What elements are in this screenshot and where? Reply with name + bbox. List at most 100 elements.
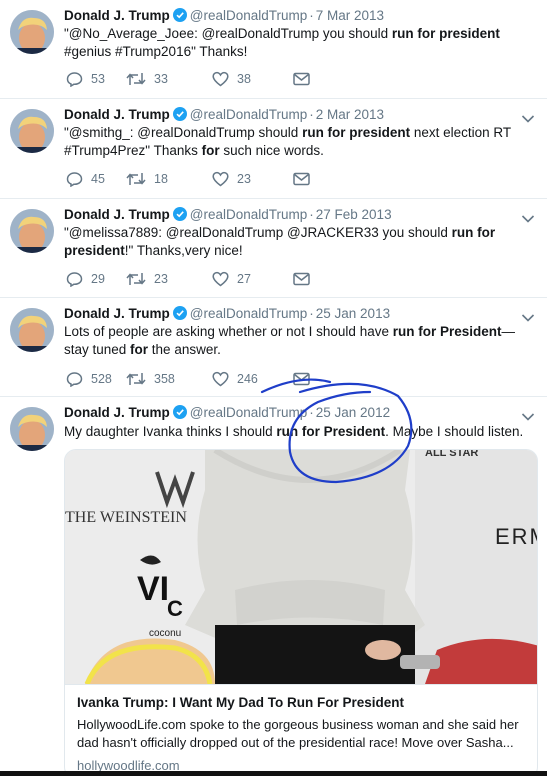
tweet-header: Donald J. Trump @realDonaldTrump · 7 Mar 20… [64,7,384,24]
like-button[interactable]: 38 [212,71,293,87]
link-card[interactable]: THE WEINSTEIN ERM ALL STAR VI C coconu I… [64,449,538,776]
author-name[interactable]: Donald J. Trump [64,107,170,122]
tweet-text: "@smithg_: @realDonaldTrump should run f… [64,124,534,160]
message-button[interactable] [293,172,310,186]
window-bottom-edge [0,771,547,776]
text-segment: !" Thanks,very nice! [124,243,243,258]
avatar[interactable] [10,10,54,54]
tweet-actions: 53 33 38 [66,69,310,89]
text-segment: such nice words. [219,143,324,158]
retweet-icon [126,273,146,285]
separator: · [309,107,314,122]
tweet[interactable]: Donald J. Trump @realDonaldTrump · 27 Feb 2… [0,199,547,298]
text-segment: "@No_Average_Joee: @realDonaldTrump you … [64,26,392,41]
separator: · [309,405,314,420]
card-image[interactable]: THE WEINSTEIN ERM ALL STAR VI C coconu [65,450,538,684]
tweet-date[interactable]: 27 Feb 2013 [316,207,392,222]
card-title[interactable]: Ivanka Trump: I Want My Dad To Run For P… [77,695,527,710]
tweet-text: My daughter Ivanka thinks I should run f… [64,423,534,441]
verified-badge-icon [172,107,187,121]
retweet-button[interactable]: 33 [126,71,212,87]
tweet-date[interactable]: 7 Mar 2013 [316,8,384,23]
reply-button[interactable]: 29 [66,271,126,287]
chevron-down-icon[interactable] [521,211,535,223]
reply-count: 45 [91,172,105,186]
backdrop-text: VI [137,570,169,608]
tweet-text: "@melissa7889: @realDonaldTrump @JRACKER… [64,224,534,260]
chevron-down-icon[interactable] [521,111,535,123]
tweet-actions: 45 18 23 [66,169,310,189]
reply-button[interactable]: 528 [66,371,126,387]
tweet[interactable]: Donald J. Trump @realDonaldTrump · 2 Mar 20… [0,99,547,199]
reply-icon [66,272,83,287]
author-handle[interactable]: @realDonaldTrump [190,107,308,122]
author-name[interactable]: Donald J. Trump [64,306,170,321]
like-button[interactable]: 246 [212,371,293,387]
author-name[interactable]: Donald J. Trump [64,405,170,420]
verified-badge-icon [172,405,187,419]
retweet-icon [126,373,146,385]
retweet-icon [126,73,146,85]
verified-badge-icon [172,207,187,221]
tweet[interactable]: Donald J. Trump @realDonaldTrump · 25 Jan 2… [0,298,547,397]
text-segment: My daughter Ivanka thinks I should [64,424,277,439]
card-body[interactable]: Ivanka Trump: I Want My Dad To Run For P… [65,684,537,776]
tweet-header: Donald J. Trump @realDonaldTrump · 2 Mar 20… [64,106,384,123]
tweet-date[interactable]: 2 Mar 2013 [316,107,384,122]
tweet-actions: 29 23 27 [66,269,310,289]
backdrop-text: ERM [495,524,538,549]
avatar[interactable] [10,209,54,253]
retweet-button[interactable]: 18 [126,171,212,187]
chevron-down-icon[interactable] [521,310,535,322]
like-count: 246 [237,372,258,386]
retweet-count: 18 [154,172,168,186]
tweet-text: Lots of people are asking whether or not… [64,323,534,359]
tweet-text: "@No_Average_Joee: @realDonaldTrump you … [64,25,534,61]
envelope-icon [293,372,310,386]
tweet-header: Donald J. Trump @realDonaldTrump · 25 Jan 2… [64,305,390,322]
retweet-count: 33 [154,72,168,86]
message-button[interactable] [293,372,310,386]
author-handle[interactable]: @realDonaldTrump [190,8,308,23]
retweet-button[interactable]: 358 [126,371,212,387]
text-segment: "@melissa7889: @realDonaldTrump @JRACKER… [64,225,452,240]
envelope-icon [293,272,310,286]
message-button[interactable] [293,72,310,86]
message-button[interactable] [293,272,310,286]
like-button[interactable]: 23 [212,171,293,187]
reply-button[interactable]: 45 [66,171,126,187]
backdrop-text: C [167,596,183,621]
envelope-icon [293,172,310,186]
card-description: HollywoodLife.com spoke to the gorgeous … [77,717,519,750]
text-segment: . Maybe I should listen. [385,424,524,439]
tweet-date[interactable]: 25 Jan 2013 [316,306,390,321]
like-count: 38 [237,72,251,86]
verified-badge-icon [172,306,187,320]
author-name[interactable]: Donald J. Trump [64,207,170,222]
backdrop-text: ALL STAR [425,450,478,459]
reply-icon [66,72,83,87]
tweet-actions: 528 358 246 [66,369,310,389]
tweet[interactable]: Donald J. Trump @realDonaldTrump · 25 Jan 2… [0,397,547,776]
highlighted-text: for [201,143,220,158]
heart-icon [212,71,229,87]
retweet-count: 23 [154,272,168,286]
avatar[interactable] [10,109,54,153]
like-button[interactable]: 27 [212,271,293,287]
author-name[interactable]: Donald J. Trump [64,8,170,23]
author-handle[interactable]: @realDonaldTrump [190,207,308,222]
avatar[interactable] [10,407,54,451]
reply-count: 29 [91,272,105,286]
tweet-date[interactable]: 25 Jan 2012 [316,405,390,420]
retweet-count: 358 [154,372,175,386]
heart-icon [212,271,229,287]
author-handle[interactable]: @realDonaldTrump [190,306,308,321]
chevron-down-icon[interactable] [521,409,535,421]
retweet-button[interactable]: 23 [126,271,212,287]
avatar[interactable] [10,308,54,352]
reply-button[interactable]: 53 [66,71,126,87]
highlighted-text: run for president [302,125,411,140]
tweet[interactable]: Donald J. Trump @realDonaldTrump · 7 Mar 20… [0,0,547,99]
text-segment: the answer. [148,342,221,357]
author-handle[interactable]: @realDonaldTrump [190,405,308,420]
